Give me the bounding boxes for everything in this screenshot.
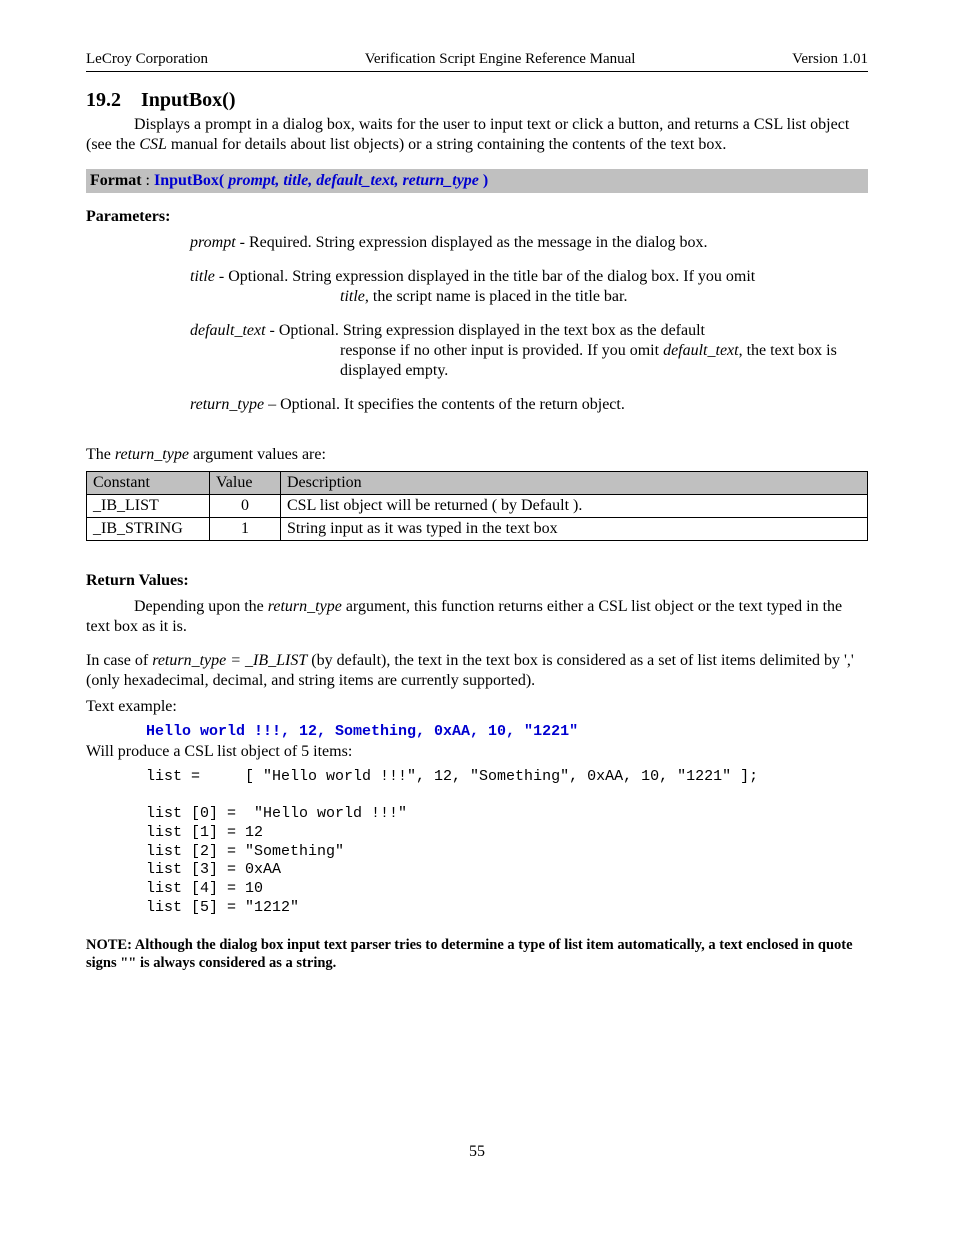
th-description: Description [281, 471, 868, 494]
table-intro: The return_type argument values are: [86, 445, 868, 465]
parameters-block: prompt - Required. String expression dis… [190, 233, 868, 415]
format-bar: Format : InputBox( prompt, title, defaul… [86, 169, 868, 193]
note-text: NOTE: Although the dialog box input text… [86, 936, 868, 972]
th-value: Value [210, 471, 281, 494]
format-label: Format [90, 172, 142, 189]
header-right: Version 1.01 [792, 50, 868, 69]
page-number: 55 [86, 1142, 868, 1162]
param-title: title - Optional. String expression disp… [190, 267, 868, 307]
return-values-p1: Depending upon the return_type argument,… [86, 597, 868, 637]
format-fn-open: InputBox( [154, 172, 228, 189]
table-header-row: Constant Value Description [87, 471, 868, 494]
return-values-p2: In case of return_type = _IB_LIST (by de… [86, 651, 868, 691]
th-constant: Constant [87, 471, 210, 494]
section-title: InputBox() [141, 89, 235, 111]
return-values-heading: Return Values: [86, 571, 868, 591]
text-example-label: Text example: [86, 697, 868, 717]
parameters-heading: Parameters: [86, 207, 868, 227]
format-fn-close: ) [479, 172, 488, 189]
param-prompt: prompt - Required. String expression dis… [190, 233, 868, 253]
intro-paragraph: Displays a prompt in a dialog box, waits… [86, 115, 868, 155]
param-default-text: default_text - Optional. String expressi… [190, 321, 868, 381]
header-center: Verification Script Engine Reference Man… [365, 50, 636, 69]
table-row: _IB_LIST 0 CSL list object will be retur… [87, 494, 868, 517]
example-input-code: Hello world !!!, 12, Something, 0xAA, 10… [146, 723, 868, 742]
page-header: LeCroy Corporation Verification Script E… [86, 50, 868, 72]
param-return-type: return_type – Optional. It specifies the… [190, 395, 868, 415]
return-type-table: Constant Value Description _IB_LIST 0 CS… [86, 471, 868, 541]
section-number: 19.2 [86, 89, 121, 111]
format-args: prompt, title, default_text, return_type [228, 172, 479, 189]
produce-label: Will produce a CSL list object of 5 item… [86, 742, 868, 762]
header-left: LeCroy Corporation [86, 50, 208, 69]
table-row: _IB_STRING 1 String input as it was type… [87, 517, 868, 540]
section-heading: 19.2 InputBox() [86, 88, 868, 113]
example-output-code: list = [ "Hello world !!!", 12, "Somethi… [146, 768, 868, 918]
